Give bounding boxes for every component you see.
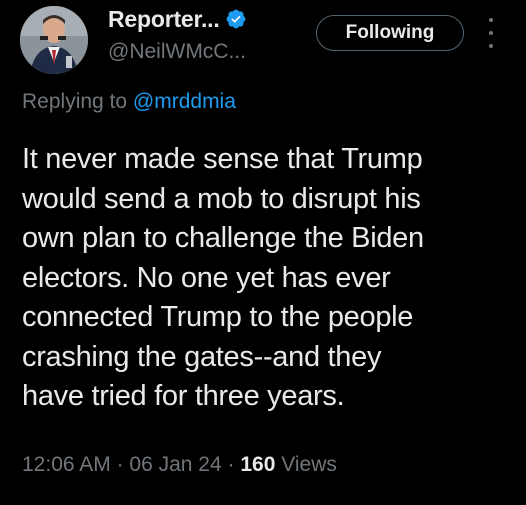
tweet-meta: 12:06 AM · 06 Jan 24 · 160 Views xyxy=(22,453,337,477)
replying-to: Replying to @mrddmia xyxy=(22,90,236,114)
tweet-text-line: would send a mob to disrupt his xyxy=(22,182,421,215)
replying-to-label: Replying to xyxy=(22,90,128,113)
more-dot xyxy=(489,18,493,22)
avatar[interactable] xyxy=(20,6,88,74)
tweet-date[interactable]: 06 Jan 24 xyxy=(129,453,221,476)
more-dot xyxy=(489,44,493,48)
more-options-icon[interactable] xyxy=(484,18,498,48)
display-name[interactable]: Reporter... xyxy=(108,6,220,33)
tweet-text: It never made sense that Trump would sen… xyxy=(22,140,512,417)
tweet-text-line: connected Trump to the people xyxy=(22,301,414,333)
following-button[interactable]: Following xyxy=(316,15,464,51)
tweet-text-line: It never made sense that Trump xyxy=(22,143,423,175)
more-dot xyxy=(489,31,493,35)
tweet-text-line: crashing the gates--and they xyxy=(22,340,382,373)
avatar-image xyxy=(20,6,88,74)
verified-badge-icon[interactable] xyxy=(225,8,247,30)
author-handle[interactable]: @NeilWMcC... xyxy=(108,40,308,64)
display-name-row: Reporter... xyxy=(108,4,308,34)
author-names: Reporter... @NeilWMcC... xyxy=(108,4,308,64)
tweet-text-line: own plan to challenge the Biden xyxy=(22,222,424,254)
tweet-card: Reporter... @NeilWMcC... Following Reply… xyxy=(0,0,526,505)
meta-separator: · xyxy=(116,453,124,476)
tweet-time[interactable]: 12:06 AM xyxy=(22,453,111,476)
reply-mention-link[interactable]: @mrddmia xyxy=(133,90,236,113)
meta-separator: · xyxy=(227,453,235,476)
tweet-text-line: electors. No one yet has ever xyxy=(22,261,391,294)
tweet-header: Reporter... @NeilWMcC... Following xyxy=(0,0,526,80)
tweet-text-line: have tried for three years. xyxy=(22,380,345,412)
views-count[interactable]: 160 xyxy=(240,453,275,476)
views-label: Views xyxy=(281,453,337,476)
